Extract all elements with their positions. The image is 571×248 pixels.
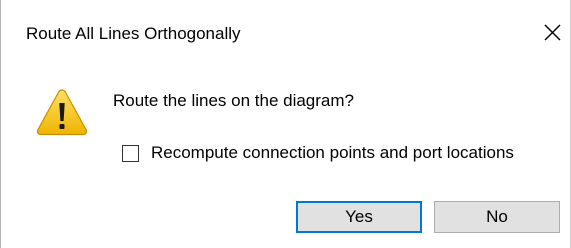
recompute-checkbox-label[interactable]: Recompute connection points and port loc… — [151, 142, 514, 164]
recompute-checkbox[interactable] — [122, 144, 139, 162]
recompute-checkbox-row[interactable]: Recompute connection points and port loc… — [122, 142, 514, 164]
dialog-window: Route All Lines Orthogonally Route the l… — [0, 0, 571, 248]
dialog-message: Route the lines on the diagram? — [113, 91, 354, 110]
dialog-title: Route All Lines Orthogonally — [26, 24, 241, 43]
yes-button[interactable]: Yes — [296, 201, 422, 233]
close-button[interactable] — [534, 14, 571, 50]
close-icon — [544, 24, 561, 41]
window-frame-left — [0, 0, 1, 248]
warning-icon — [36, 88, 88, 136]
no-button[interactable]: No — [434, 201, 560, 233]
